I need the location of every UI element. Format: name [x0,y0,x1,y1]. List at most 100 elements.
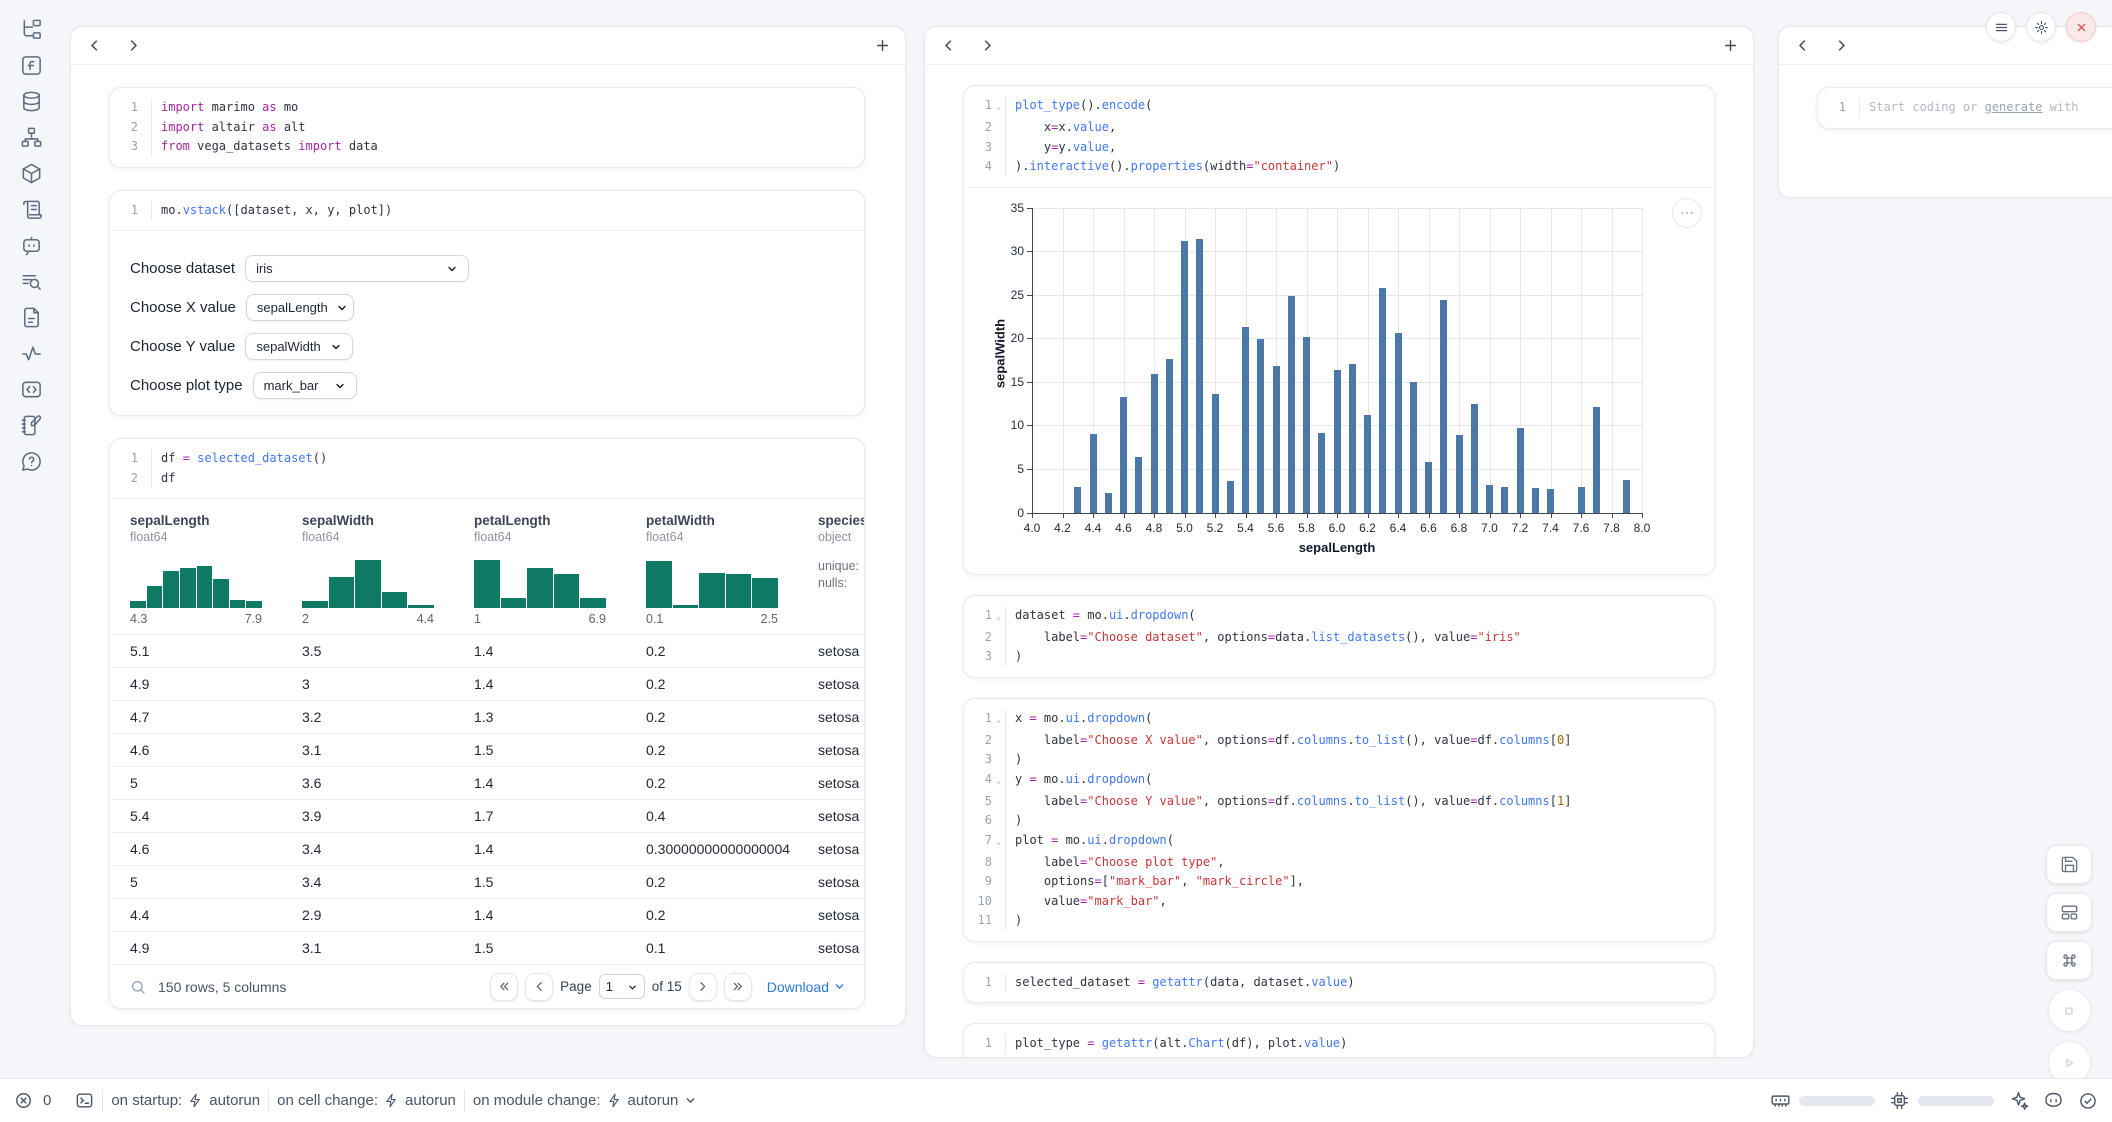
code-line: 3from vega_datasets import data [114,137,864,157]
terminal-icon[interactable] [75,1091,94,1110]
line-number: 2 [968,628,992,648]
column-header[interactable]: sepalLengthfloat644.37.9 [130,513,302,626]
page-select[interactable]: 1 [599,974,645,999]
chart-bar [1349,364,1356,513]
layout-button[interactable] [2046,893,2092,932]
left-icon-rail [0,18,62,473]
command-palette-button[interactable] [2046,941,2092,980]
dropdown-label: Choose X value [130,299,236,316]
next-page-button[interactable] [689,973,717,1001]
table-row[interactable]: 53.41.50.2setosa [110,865,864,898]
code-line: 11) [968,911,1714,931]
help-chat-icon[interactable] [20,450,43,473]
settings-gear-icon[interactable] [2026,12,2056,42]
hierarchy-icon[interactable] [20,126,43,149]
code-editor[interactable]: 1selected_dataset = getattr(data, datase… [964,963,1714,1003]
fold-marker: ⌄ [992,96,1005,118]
zap-icon [384,1093,399,1108]
first-page-button[interactable] [490,973,518,1001]
column-collapse-left-icon[interactable] [941,38,956,53]
code-editor[interactable]: 1Start coding or generate with [1818,88,2112,128]
table-row[interactable]: 5.13.51.40.2setosa [110,634,864,667]
dropdown-choose-y-value[interactable]: sepalWidth [245,333,353,360]
ai-sparkles-icon[interactable] [2008,1090,2029,1111]
column-collapse-left-icon[interactable] [87,38,102,53]
table-header: sepalLengthfloat644.37.9sepalWidthfloat6… [110,499,864,634]
download-button[interactable]: Download [767,979,846,995]
column-header[interactable]: petalWidthfloat640.12.5 [646,513,818,626]
column-header[interactable]: sepalWidthfloat6424.4 [302,513,474,626]
database-icon[interactable] [20,90,43,113]
table-row[interactable]: 4.93.11.50.1setosa [110,931,864,964]
table-row[interactable]: 4.42.91.40.2setosa [110,898,864,931]
last-page-button[interactable] [724,973,752,1001]
column-header[interactable]: petalLengthfloat6416.9 [474,513,646,626]
close-icon[interactable] [2066,12,2096,42]
control-row: Choose datasetiris [130,255,844,282]
gridline [1612,208,1613,513]
code-editor[interactable]: 1import marimo as mo2import altair as al… [110,88,864,167]
code-editor[interactable]: 1⌄x = mo.ui.dropdown(2 label="Choose X v… [964,699,1714,941]
table-cell: 4.9 [130,940,302,956]
autorun-setting[interactable]: on cell change:autorun [277,1092,456,1109]
fold-marker [138,98,151,118]
column-collapse-right-icon[interactable] [1834,38,1849,53]
code-editor[interactable]: 1mo.vstack([dataset, x, y, plot]) [110,191,864,231]
function-square-icon[interactable] [20,54,43,77]
chart-menu-icon[interactable] [1672,198,1702,228]
line-number: 6 [968,811,992,831]
max-value: 4.4 [417,612,434,626]
column-type: float64 [130,530,288,544]
column-collapse-right-icon[interactable] [126,38,141,53]
code-editor[interactable]: 1plot_type = getattr(alt.Chart(df), plot… [964,1024,1714,1058]
code-editor[interactable]: 1⌄dataset = mo.ui.dropdown(2 label="Choo… [964,596,1714,677]
y-tick-label: 30 [996,244,1024,258]
table-row[interactable]: 5.43.91.70.4setosa [110,799,864,832]
histogram-bar [646,561,672,608]
save-button[interactable] [2046,845,2092,884]
dropdown-choose-plot-type[interactable]: mark_bar [253,372,357,399]
table-row[interactable]: 53.61.40.2setosa [110,766,864,799]
notebook-column-3: 1Start coding or generate with [1778,26,2112,198]
dropdown-choose-x-value[interactable]: sepalLength [246,294,354,321]
chart-bar [1456,435,1463,513]
histogram-bar [474,560,500,608]
search-icon[interactable] [130,979,146,995]
file-tree-icon[interactable] [20,18,43,41]
code-editor[interactable]: 1df = selected_dataset()2df [110,439,864,498]
package-icon[interactable] [20,162,43,185]
table-row[interactable]: 4.63.41.40.30000000000000004setosa [110,832,864,865]
errors-icon[interactable] [14,1091,33,1110]
scroll-icon[interactable] [20,198,43,221]
prev-page-button[interactable] [525,973,553,1001]
histogram-bar [213,579,229,608]
histogram-bar [197,566,213,608]
bot-chat-icon[interactable] [20,234,43,257]
table-cell: setosa [818,709,864,725]
column-collapse-right-icon[interactable] [980,38,995,53]
notebook-pen-icon[interactable] [20,414,43,437]
code-editor[interactable]: 1⌄plot_type().encode(2 x=x.value,3 y=y.v… [964,86,1714,187]
autorun-setting[interactable]: on module change:autorun [473,1092,697,1109]
code-text: label="Choose Y value", options=df.colum… [1005,792,1714,812]
add-cell-icon[interactable] [874,37,891,54]
activity-icon[interactable] [20,342,43,365]
column-collapse-left-icon[interactable] [1795,38,1810,53]
column-header[interactable]: speciesobjectunique:nulls: [818,513,864,626]
dropdown-choose-dataset[interactable]: iris [245,255,469,282]
connection-status-icon[interactable] [2078,1091,2098,1111]
line-number: 8 [968,853,992,873]
menu-icon[interactable] [1986,12,2016,42]
stop-button[interactable] [2048,989,2091,1032]
autorun-setting[interactable]: on startup:autorun [111,1092,260,1109]
file-text-icon[interactable] [20,306,43,329]
x-tick-label: 6.0 [1320,521,1354,535]
code-snippet-icon[interactable] [20,378,43,401]
chart-bar [1517,428,1524,513]
table-row[interactable]: 4.63.11.50.2setosa [110,733,864,766]
table-row[interactable]: 4.931.40.2setosa [110,667,864,700]
copilot-icon[interactable] [2043,1090,2064,1111]
text-search-icon[interactable] [20,270,43,293]
add-cell-icon[interactable] [1722,37,1739,54]
table-row[interactable]: 4.73.21.30.2setosa [110,700,864,733]
